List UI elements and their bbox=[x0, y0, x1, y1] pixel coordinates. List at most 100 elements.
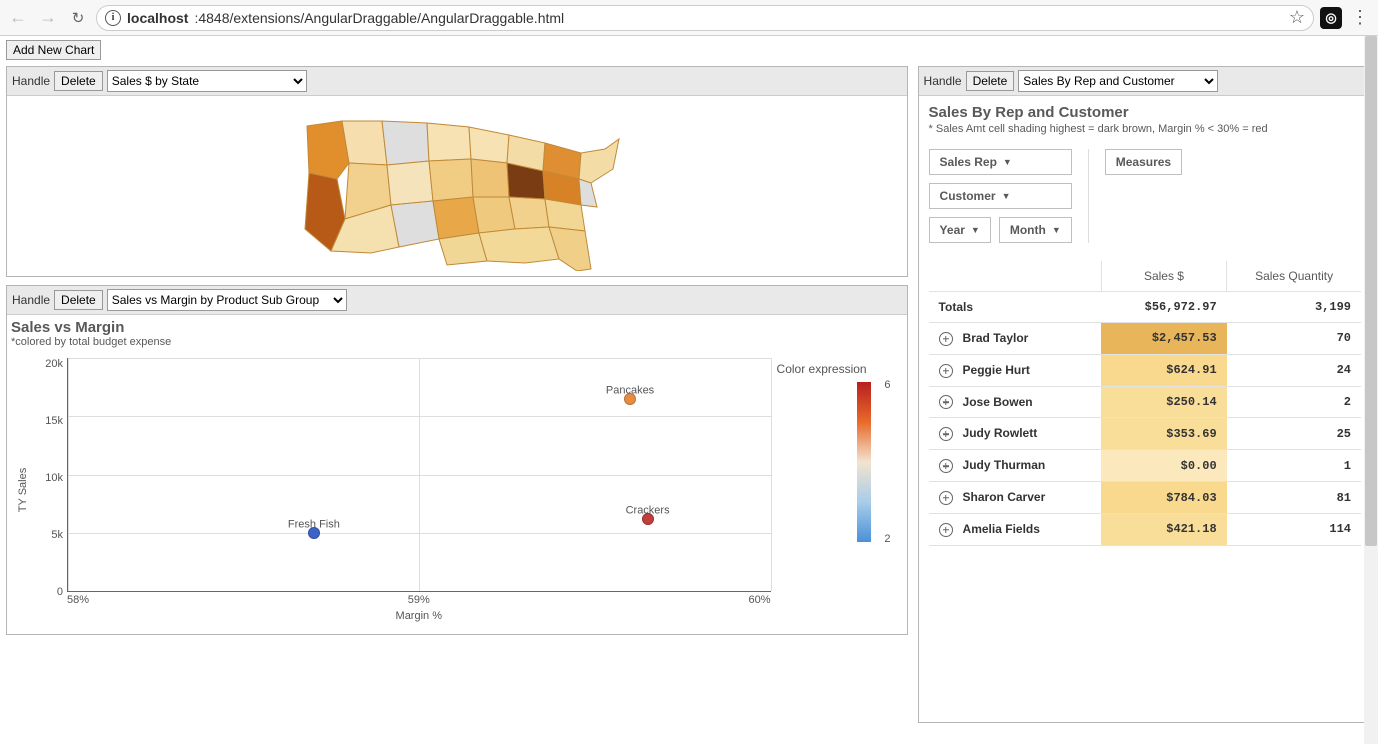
card-pivot: Handle Delete Sales By Rep and Customer … bbox=[918, 66, 1372, 723]
expand-icon[interactable] bbox=[939, 491, 953, 505]
xtick: 59% bbox=[408, 594, 430, 606]
dim-customer-button[interactable]: Customer▼ bbox=[929, 183, 1072, 209]
add-new-chart-button[interactable]: Add New Chart bbox=[6, 40, 101, 60]
chart-select-scatter[interactable]: Sales vs Margin by Product Sub Group bbox=[107, 289, 347, 311]
row-dimensions: Sales Rep▼ Customer▼ Year▼ Month▼ bbox=[929, 149, 1089, 243]
scatter-body: Sales vs Margin *colored by total budget… bbox=[7, 315, 907, 634]
rep-name-cell: Brad Taylor bbox=[929, 323, 1102, 355]
delete-button[interactable]: Delete bbox=[54, 71, 103, 91]
delete-button[interactable]: Delete bbox=[54, 290, 103, 310]
chevron-down-icon: ▼ bbox=[1002, 191, 1011, 201]
delete-button[interactable]: Delete bbox=[966, 71, 1015, 91]
table-row[interactable]: Jose Bowen$250.142 bbox=[929, 386, 1361, 418]
legend-title: Color expression bbox=[777, 362, 895, 376]
chart-subtitle: *colored by total budget expense bbox=[7, 336, 907, 354]
card-map: Handle Delete Sales $ by State bbox=[6, 66, 908, 277]
plot-area: Fresh FishPancakesCrackers bbox=[67, 358, 771, 592]
table-row[interactable]: Peggie Hurt$624.9124 bbox=[929, 354, 1361, 386]
layout: Handle Delete Sales $ by State bbox=[6, 66, 1372, 723]
dim-month-button[interactable]: Month▼ bbox=[999, 217, 1072, 243]
expand-icon[interactable] bbox=[939, 364, 953, 378]
legend-min: 2 bbox=[884, 533, 890, 545]
x-axis-label: Margin % bbox=[67, 606, 771, 622]
map-body bbox=[7, 96, 907, 276]
sales-cell: $250.14 bbox=[1101, 386, 1226, 418]
rep-name-cell: Judy Thurman bbox=[929, 450, 1102, 482]
expand-icon[interactable] bbox=[939, 332, 953, 346]
table-row[interactable]: Brad Taylor$2,457.5370 bbox=[929, 323, 1361, 355]
xtick: 58% bbox=[67, 594, 89, 606]
left-column: Handle Delete Sales $ by State bbox=[6, 66, 908, 635]
rep-name-cell: Amelia Fields bbox=[929, 513, 1102, 545]
qty-cell: 114 bbox=[1227, 513, 1361, 545]
panel-subtitle: * Sales Amt cell shading highest = dark … bbox=[929, 123, 1361, 135]
chevron-down-icon: ▼ bbox=[1052, 225, 1061, 235]
card-header-scatter: Handle Delete Sales vs Margin by Product… bbox=[7, 286, 907, 315]
handle-label[interactable]: Handle bbox=[12, 74, 50, 88]
chart-select-map[interactable]: Sales $ by State bbox=[107, 70, 307, 92]
ytick: 0 bbox=[57, 586, 63, 598]
card-header-map: Handle Delete Sales $ by State bbox=[7, 67, 907, 96]
col-qty-header[interactable]: Sales Quantity bbox=[1227, 261, 1361, 292]
y-axis-label: TY Sales bbox=[17, 468, 29, 512]
page-scrollbar[interactable] bbox=[1364, 36, 1378, 744]
rep-name-cell: Sharon Carver bbox=[929, 482, 1102, 514]
qty-cell: 81 bbox=[1227, 482, 1361, 514]
xtick: 60% bbox=[749, 594, 771, 606]
rep-name-cell: Judy Rowlett bbox=[929, 418, 1102, 450]
qty-cell: 1 bbox=[1227, 450, 1361, 482]
table-row[interactable]: Amelia Fields$421.18114 bbox=[929, 513, 1361, 545]
expand-icon[interactable] bbox=[939, 395, 953, 409]
qty-cell: 24 bbox=[1227, 354, 1361, 386]
totals-sales: $56,972.97 bbox=[1101, 292, 1226, 323]
rep-name-cell: Peggie Hurt bbox=[929, 354, 1102, 386]
chart-select-pivot[interactable]: Sales By Rep and Customer bbox=[1018, 70, 1218, 92]
y-ticks: 20k 15k 10k 5k 0 bbox=[33, 358, 67, 622]
info-icon[interactable]: i bbox=[105, 10, 121, 26]
card-scatter: Handle Delete Sales vs Margin by Product… bbox=[6, 285, 908, 635]
expand-icon[interactable] bbox=[939, 523, 953, 537]
rep-name-cell: Jose Bowen bbox=[929, 386, 1102, 418]
measures-button[interactable]: Measures bbox=[1105, 149, 1182, 175]
card-header-pivot: Handle Delete Sales By Rep and Customer bbox=[919, 67, 1371, 96]
address-bar[interactable]: i localhost:4848/extensions/AngularDragg… bbox=[96, 5, 1314, 31]
totals-qty: 3,199 bbox=[1227, 292, 1361, 323]
sales-cell: $421.18 bbox=[1101, 513, 1226, 545]
back-arrow-icon[interactable]: ← bbox=[6, 6, 30, 30]
pivot-body: Sales By Rep and Customer * Sales Amt ce… bbox=[919, 96, 1371, 722]
ytick: 20k bbox=[45, 358, 63, 370]
forward-arrow-icon[interactable]: → bbox=[36, 6, 60, 30]
handle-label[interactable]: Handle bbox=[924, 74, 962, 88]
page-content: Add New Chart Handle Delete Sales $ by S… bbox=[0, 36, 1378, 727]
dim-sales-rep-button[interactable]: Sales Rep▼ bbox=[929, 149, 1072, 175]
x-ticks: 58% 59% 60% bbox=[67, 592, 771, 606]
handle-label[interactable]: Handle bbox=[12, 293, 50, 307]
url-host: localhost bbox=[127, 10, 188, 26]
scatter-point-label: Crackers bbox=[626, 504, 670, 516]
table-row[interactable]: Sharon Carver$784.0381 bbox=[929, 482, 1361, 514]
pivot-table: Sales $ Sales Quantity Totals $56,972.97… bbox=[929, 261, 1361, 546]
totals-label: Totals bbox=[929, 292, 1102, 323]
star-icon[interactable]: ☆ bbox=[1289, 7, 1305, 28]
col-sales-header[interactable]: Sales $ bbox=[1101, 261, 1226, 292]
us-choropleth-map bbox=[287, 101, 627, 271]
table-row[interactable]: Judy Rowlett$353.6925 bbox=[929, 418, 1361, 450]
expand-icon[interactable] bbox=[939, 427, 953, 441]
browser-chrome: ← → ↻ i localhost:4848/extensions/Angula… bbox=[0, 0, 1378, 36]
qty-cell: 2 bbox=[1227, 386, 1361, 418]
expand-icon[interactable] bbox=[939, 459, 953, 473]
reload-icon[interactable]: ↻ bbox=[66, 6, 90, 30]
menu-dots-icon[interactable]: ⋮ bbox=[1348, 7, 1372, 28]
dim-year-button[interactable]: Year▼ bbox=[929, 217, 991, 243]
table-row[interactable]: Judy Thurman$0.001 bbox=[929, 450, 1361, 482]
ytick: 10k bbox=[45, 472, 63, 484]
legend-max: 6 bbox=[884, 379, 890, 391]
extension-icon[interactable]: ◎ bbox=[1320, 7, 1342, 29]
right-column: Handle Delete Sales By Rep and Customer … bbox=[918, 66, 1372, 723]
sales-cell: $2,457.53 bbox=[1101, 323, 1226, 355]
scatter-plot: TY Sales 20k 15k 10k 5k 0 bbox=[7, 354, 907, 634]
ytick: 15k bbox=[45, 415, 63, 427]
sales-cell: $353.69 bbox=[1101, 418, 1226, 450]
qty-cell: 70 bbox=[1227, 323, 1361, 355]
qty-cell: 25 bbox=[1227, 418, 1361, 450]
